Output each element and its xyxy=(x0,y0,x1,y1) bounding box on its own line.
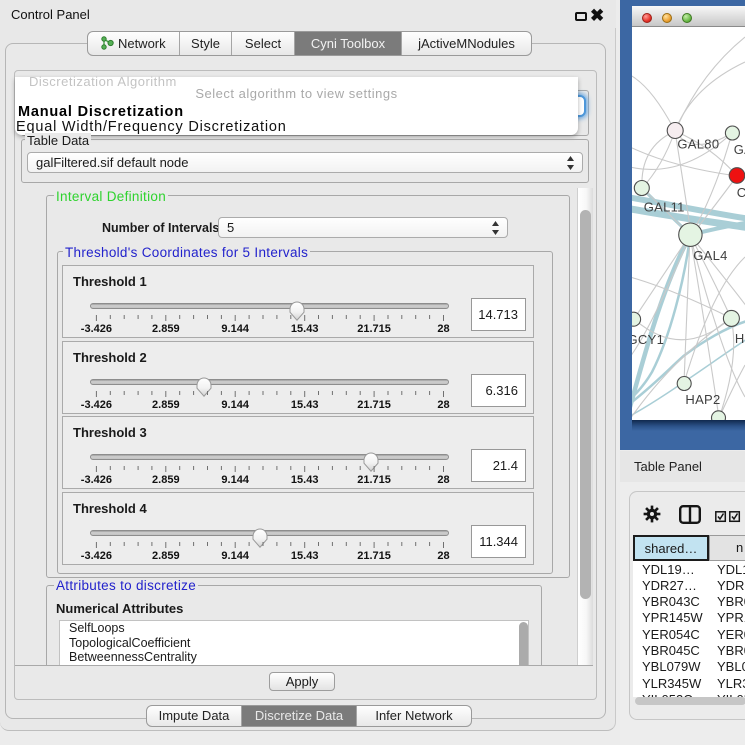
svg-text:GA: GA xyxy=(734,142,745,157)
svg-text:GAL80: GAL80 xyxy=(677,137,719,152)
svg-text:H: H xyxy=(735,331,745,346)
svg-text:HAP2: HAP2 xyxy=(685,392,720,407)
svg-text:C: C xyxy=(737,185,745,200)
svg-text:GAL4: GAL4 xyxy=(693,248,727,263)
svg-text:GCY1: GCY1 xyxy=(632,332,664,347)
svg-text:GAL11: GAL11 xyxy=(644,199,685,214)
